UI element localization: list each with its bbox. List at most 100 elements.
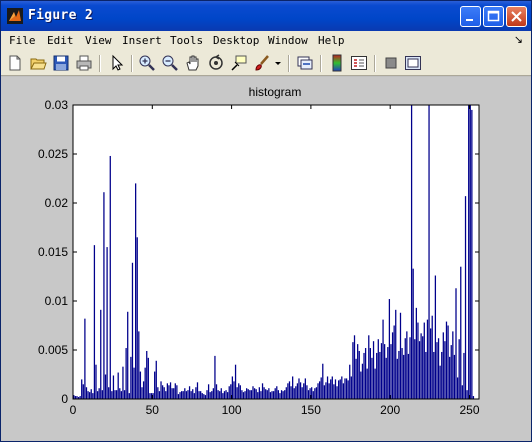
- y-tick-label: 0.025: [38, 147, 68, 161]
- print-figure-icon[interactable]: [75, 54, 93, 72]
- histogram-bar: [396, 358, 398, 399]
- histogram-bar: [184, 388, 186, 399]
- save-figure-icon[interactable]: [52, 54, 70, 72]
- histogram-bar: [212, 388, 214, 399]
- close-button[interactable]: [506, 6, 527, 27]
- histogram-bar: [193, 393, 195, 399]
- histogram-bar: [445, 321, 448, 399]
- histogram-bar: [192, 389, 194, 399]
- menu-insert[interactable]: Insert: [122, 34, 162, 47]
- histogram-bar: [233, 381, 235, 399]
- histogram-bar: [198, 391, 200, 399]
- histogram-bar: [293, 388, 295, 399]
- histogram-bar: [452, 331, 454, 399]
- insert-colorbar-icon[interactable]: [328, 54, 346, 72]
- data-cursor-icon[interactable]: [230, 54, 248, 72]
- histogram-bar: [464, 196, 467, 399]
- histogram-bar: [398, 350, 400, 399]
- histogram-bar: [377, 339, 379, 399]
- histogram-bar: [92, 393, 94, 399]
- histogram-bar: [90, 389, 92, 399]
- menu-view[interactable]: View: [85, 34, 112, 47]
- brush-dropdown-icon[interactable]: [273, 54, 283, 72]
- histogram-bar: [380, 343, 383, 399]
- histogram-bar: [171, 388, 173, 399]
- menu-tools[interactable]: Tools: [170, 34, 203, 47]
- histogram-bar: [279, 393, 281, 399]
- toolbar-separator: [131, 55, 133, 72]
- histogram-bar: [200, 391, 202, 399]
- histogram-bar: [249, 390, 251, 399]
- open-file-icon[interactable]: [29, 54, 47, 72]
- menu-overflow-arrow-icon[interactable]: ↘: [514, 33, 523, 46]
- edit-plot-arrow-icon[interactable]: [108, 54, 126, 72]
- histogram-bar: [130, 356, 132, 399]
- histogram-bar: [307, 390, 310, 399]
- histogram-bar: [290, 386, 292, 399]
- histogram-bar: [417, 322, 419, 399]
- histogram-bar: [125, 348, 127, 399]
- histogram-bar: [266, 390, 268, 399]
- histogram-bar: [133, 367, 135, 399]
- histogram-bar: [371, 357, 373, 399]
- histogram-bar: [423, 322, 425, 399]
- histogram-bar: [301, 387, 303, 399]
- histogram-bar: [160, 381, 162, 399]
- histogram-bar: [96, 391, 99, 399]
- histogram-bar: [312, 391, 314, 399]
- new-figure-icon[interactable]: [6, 54, 24, 72]
- histogram-bar: [119, 388, 121, 399]
- menu-desktop[interactable]: Desktop: [213, 34, 259, 47]
- histogram-bar: [287, 383, 289, 399]
- histogram-bar: [461, 385, 463, 399]
- histogram-bar: [253, 388, 256, 399]
- histogram-bar: [173, 388, 175, 399]
- histogram-bar: [225, 390, 227, 399]
- histogram-bar: [144, 367, 146, 399]
- histogram-bar: [439, 365, 441, 399]
- brush-icon[interactable]: [253, 54, 271, 72]
- histogram-bar: [142, 381, 145, 399]
- histogram-bar: [388, 299, 391, 399]
- histogram-bar: [238, 383, 240, 399]
- menu-edit[interactable]: Edit: [47, 34, 74, 47]
- histogram-bar: [209, 392, 211, 399]
- x-tick-label: 50: [146, 403, 160, 417]
- histogram-bar: [360, 371, 362, 399]
- pan-hand-icon[interactable]: [184, 54, 202, 72]
- x-tick-label: 100: [222, 403, 242, 417]
- menu-window[interactable]: Window: [268, 34, 308, 47]
- histogram-bar: [226, 392, 229, 399]
- histogram-bar: [449, 356, 451, 399]
- histogram-bar: [320, 377, 322, 399]
- histogram-bar: [368, 335, 370, 399]
- title-bar[interactable]: Figure 2: [1, 1, 531, 31]
- menu-help[interactable]: Help: [318, 34, 345, 47]
- histogram-bar: [217, 390, 219, 399]
- histogram-bar: [304, 378, 306, 399]
- rotate-3d-icon[interactable]: [207, 54, 225, 72]
- show-plot-tools-icon[interactable]: [404, 54, 422, 72]
- histogram-bar: [87, 391, 89, 399]
- link-plot-icon[interactable]: [296, 54, 314, 72]
- histogram-bar: [344, 378, 346, 399]
- hide-plot-tools-icon[interactable]: [382, 54, 400, 72]
- histogram-bar: [328, 383, 330, 399]
- maximize-button[interactable]: [483, 6, 504, 27]
- histogram-bar: [179, 392, 181, 399]
- histogram-bar: [450, 345, 452, 399]
- minimize-button[interactable]: [460, 6, 481, 27]
- histogram-bar: [410, 105, 413, 399]
- histogram-bar: [420, 333, 422, 399]
- histogram-bar: [466, 390, 468, 399]
- figure-toolbar: [1, 51, 531, 76]
- menu-file[interactable]: File: [9, 34, 36, 47]
- histogram-bar: [418, 341, 421, 399]
- histogram-bar: [345, 378, 348, 399]
- zoom-in-icon[interactable]: [138, 54, 156, 72]
- histogram-bar: [298, 378, 300, 399]
- insert-legend-icon[interactable]: [350, 54, 368, 72]
- histogram-bar: [222, 393, 224, 399]
- histogram-bar: [272, 391, 275, 399]
- zoom-out-icon[interactable]: [161, 54, 179, 72]
